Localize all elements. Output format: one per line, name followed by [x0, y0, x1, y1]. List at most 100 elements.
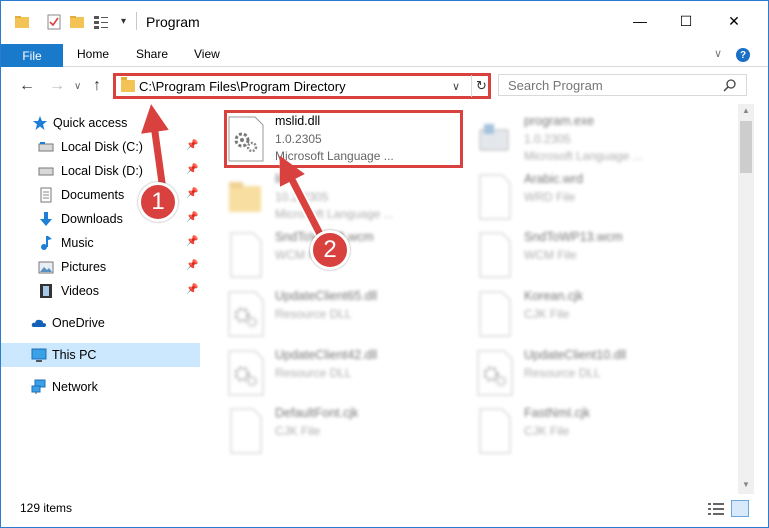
scroll-thumb[interactable]	[740, 121, 752, 173]
file-item-updateclient10[interactable]: UpdateClient10.dll Resource DLL	[476, 346, 716, 404]
sidebar-item-local-disk-c[interactable]: Local Disk (C:) 📌	[1, 135, 200, 159]
file-item-korean-cjk[interactable]: Korean.cjk CJK File	[476, 287, 716, 345]
file-description: Microsoft Language ...	[524, 149, 643, 163]
address-path[interactable]: C:\Program Files\Program Directory	[139, 79, 346, 94]
pin-icon[interactable]: 📌	[186, 236, 198, 247]
file-name: SndToWP13.wcm	[524, 230, 623, 244]
file-item-arabic-wrd[interactable]: Arabic.wrd WRD File	[476, 170, 716, 228]
file-item-lib[interactable]: lib 10.2.2305 Microsoft Language ...	[227, 170, 467, 228]
music-icon	[41, 236, 52, 250]
file-item-sndtowp13[interactable]: SndToWP13.wcm WCM File	[476, 228, 716, 286]
pc-icon	[31, 348, 47, 362]
sidebar-item-onedrive[interactable]: OneDrive	[1, 311, 200, 335]
close-button[interactable]: ✕	[711, 1, 757, 41]
file-item-fastnml-cjk[interactable]: FastNmI.cjk CJK File	[476, 404, 716, 462]
file-type: CJK File	[524, 424, 570, 438]
file-name: UpdateClient65.dll	[275, 289, 378, 303]
pin-icon[interactable]: 📌	[186, 284, 198, 295]
file-description: Microsoft Language ...	[275, 207, 394, 221]
videos-icon	[40, 284, 52, 298]
maximize-button[interactable]: ☐	[663, 1, 709, 41]
file-item-defaultfont-cjk[interactable]: DefaultFont.cjk CJK File	[227, 404, 467, 462]
tab-home[interactable]: Home	[77, 47, 109, 61]
sidebar-item-local-disk-d[interactable]: Local Disk (D:) 📌	[1, 159, 200, 183]
quick-access-toolbar-dropdown-icon[interactable]: ▾	[121, 16, 126, 27]
forward-arrow-icon[interactable]: →	[49, 77, 65, 95]
file-list: mslid.dll 1.0.2305 Microsoft Language ..…	[204, 104, 738, 494]
back-arrow-icon[interactable]: ←	[19, 77, 35, 95]
exe-icon	[479, 124, 509, 151]
search-icon[interactable]	[723, 78, 737, 92]
file-item-updateclient65[interactable]: UpdateClient65.dll Resource DLL	[227, 287, 467, 345]
sidebar-item-label: Local Disk (C:)	[61, 140, 143, 154]
sidebar-item-label: This PC	[52, 348, 97, 362]
tab-share[interactable]: Share	[136, 47, 168, 61]
file-item-program-exe[interactable]: program.exe 1.0.2305 Microsoft Language …	[476, 112, 716, 170]
folder-icon	[229, 182, 261, 212]
sidebar-item-label: Music	[61, 236, 94, 250]
file-version: 10.2.2305	[275, 190, 329, 204]
file-item-mslid-dll[interactable]: mslid.dll 1.0.2305 Microsoft Language ..…	[227, 112, 467, 170]
drive-icon	[38, 167, 54, 176]
dll-gear-icon	[228, 116, 264, 162]
pin-icon[interactable]: 📌	[186, 188, 198, 199]
file-type: WCM File	[524, 248, 577, 262]
sidebar-item-music[interactable]: Music 📌	[1, 231, 200, 255]
sidebar-item-pictures[interactable]: Pictures 📌	[1, 255, 200, 279]
pin-icon[interactable]: 📌	[186, 164, 198, 175]
search-box[interactable]	[498, 74, 747, 96]
file-type: CJK File	[275, 424, 321, 438]
blank-file-icon	[479, 408, 511, 454]
sidebar-item-label: Pictures	[61, 260, 107, 274]
sidebar-item-videos[interactable]: Videos 📌	[1, 279, 200, 303]
documents-icon	[40, 187, 52, 203]
item-count: 129 items	[20, 501, 73, 515]
folder-icon[interactable]	[14, 14, 30, 30]
pin-icon[interactable]: 📌	[186, 212, 198, 223]
pin-icon[interactable]: 📌	[186, 140, 198, 151]
up-arrow-icon[interactable]: ↑	[93, 77, 101, 95]
file-type: CJK File	[524, 307, 570, 321]
pictures-icon	[38, 261, 54, 274]
file-name: DefaultFont.cjk	[275, 406, 359, 420]
tiles-view-icon[interactable]	[731, 500, 749, 517]
file-name: mslid.dll	[275, 114, 321, 128]
callout-badge-1: 1	[138, 182, 178, 222]
details-view-icon[interactable]	[708, 502, 724, 516]
properties-icon[interactable]	[46, 14, 62, 30]
dll-gear-icon	[228, 291, 264, 337]
blank-file-icon	[230, 232, 262, 278]
sidebar-item-label: Quick access	[53, 116, 128, 130]
recent-locations-dropdown-icon[interactable]: ∨	[74, 81, 81, 92]
new-folder-icon[interactable]	[69, 14, 85, 30]
navigation-bar: ← → ∨ ↑ C:\Program Files\Program Directo…	[1, 68, 768, 104]
minimize-button[interactable]: —	[617, 1, 663, 41]
onedrive-icon	[31, 319, 46, 327]
sidebar-item-label: Local Disk (D:)	[61, 164, 143, 178]
file-version: 1.0.2305	[275, 132, 322, 146]
customize-toolbar-icon[interactable]	[93, 14, 109, 30]
search-input[interactable]	[499, 75, 719, 95]
sidebar-item-this-pc[interactable]: This PC	[1, 343, 200, 367]
refresh-icon[interactable]: ↻	[471, 75, 491, 97]
file-type: WRD File	[524, 190, 576, 204]
file-name: lib	[275, 172, 288, 186]
sidebar-item-label: Videos	[61, 284, 99, 298]
scroll-down-icon[interactable]: ▼	[742, 480, 750, 489]
sidebar-item-label: Downloads	[61, 212, 123, 226]
sidebar-item-quick-access[interactable]: Quick access	[1, 111, 200, 135]
expand-ribbon-icon[interactable]: ∨	[714, 47, 722, 60]
tab-file[interactable]: File	[1, 44, 63, 67]
vertical-scrollbar[interactable]: ▲ ▼	[738, 104, 754, 494]
address-history-dropdown-icon[interactable]: ∨	[452, 80, 460, 93]
blank-file-icon	[230, 408, 262, 454]
file-version: 1.0.2305	[524, 132, 571, 146]
pin-icon[interactable]: 📌	[186, 260, 198, 271]
folder-icon	[121, 77, 135, 92]
file-item-updateclient42[interactable]: UpdateClient42.dll Resource DLL	[227, 346, 467, 404]
tab-view[interactable]: View	[194, 47, 220, 61]
address-bar[interactable]: C:\Program Files\Program Directory ∨ ↻	[113, 73, 491, 99]
sidebar-item-network[interactable]: Network	[1, 375, 200, 399]
scroll-up-icon[interactable]: ▲	[742, 106, 750, 115]
help-icon[interactable]: ?	[736, 48, 750, 62]
